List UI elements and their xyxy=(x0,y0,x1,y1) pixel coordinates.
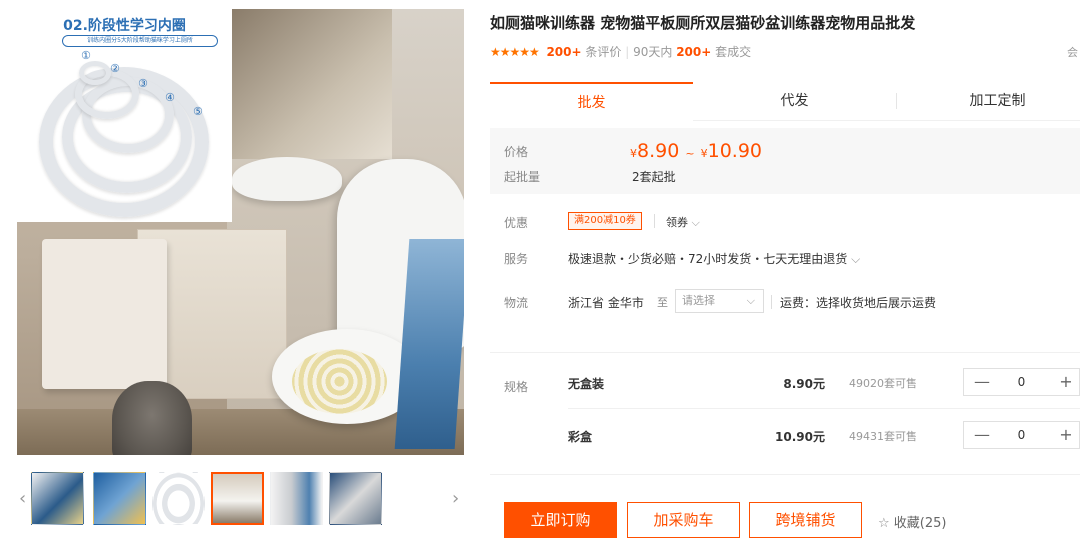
sold-label: 套成交 xyxy=(715,45,752,59)
favorite-button[interactable]: ☆ 收藏(25) xyxy=(878,512,946,531)
ring-number-1: ① xyxy=(81,49,91,62)
scene-mirror xyxy=(232,9,392,159)
spec-price: 10.90元 xyxy=(775,430,825,444)
right-edge-text: 会 xyxy=(1067,46,1078,59)
service-items: 极速退款・少货必赔・72小时发货・七天无理由退货 xyxy=(568,252,848,266)
logistics-divider xyxy=(771,295,772,309)
service-label: 服务 xyxy=(504,252,529,266)
chevron-down-icon: ⌵ xyxy=(746,294,755,307)
quantity-input[interactable]: 0 xyxy=(1004,422,1039,448)
thumbnail-strip: ‹ › xyxy=(17,470,464,528)
logistics-label: 物流 xyxy=(504,296,529,310)
moq-value: 2套起批 xyxy=(632,170,676,184)
spec-divider xyxy=(568,408,1080,409)
favorite-label: 收藏(25) xyxy=(893,516,947,531)
thumbnail-3[interactable] xyxy=(152,472,205,525)
decrement-button[interactable]: — xyxy=(968,422,996,448)
star-outline-icon: ☆ xyxy=(878,516,890,531)
divider xyxy=(490,474,1080,475)
price-range: ¥8.90 ~ ¥10.90 xyxy=(630,140,762,162)
coupon-badge[interactable]: 满200减10券 xyxy=(568,212,642,230)
service-text[interactable]: 极速退款・少货必赔・72小时发货・七天无理由退货 ⌵ xyxy=(568,250,860,267)
ring-number-2: ② xyxy=(110,62,120,75)
destination-placeholder: 请选择 xyxy=(682,294,715,307)
tab-wholesale[interactable]: 批发 xyxy=(490,82,693,121)
scene-towel xyxy=(42,239,167,389)
tab-custom[interactable]: 加工定制 xyxy=(896,82,1080,121)
training-ring-inset: 02.阶段性学习内圈 训练内圈分5大阶段帮助猫咪学习上厕所 ① ② ③ ④ ⑤ xyxy=(17,9,232,222)
main-product-image: 02.阶段性学习内圈 训练内圈分5大阶段帮助猫咪学习上厕所 ① ② ③ ④ ⑤ xyxy=(17,9,464,455)
chevron-down-icon: ⌵ xyxy=(688,216,700,229)
promo-label: 优惠 xyxy=(504,216,529,230)
ring-1 xyxy=(79,61,111,85)
price-panel: 价格 ¥8.90 ~ ¥10.90 起批量 2套起批 xyxy=(490,128,1080,194)
spec-stock: 49431套可售 xyxy=(849,430,917,443)
destination-select[interactable]: 请选择 ⌵ xyxy=(675,289,764,313)
promo-divider xyxy=(654,214,655,228)
spec-price: 8.90元 xyxy=(783,377,825,391)
add-to-cart-button[interactable]: 加采购车 xyxy=(627,502,740,538)
increment-button[interactable]: + xyxy=(1052,369,1080,395)
increment-button[interactable]: + xyxy=(1052,422,1080,448)
sold-count: 200+ xyxy=(676,45,712,59)
ring-number-4: ④ xyxy=(165,91,175,104)
order-now-button[interactable]: 立即订购 xyxy=(504,502,617,538)
price-high: 10.90 xyxy=(707,140,763,162)
purchase-tabs: 批发 代发 加工定制 xyxy=(490,82,1080,121)
ship-to-label: 至 xyxy=(657,296,668,309)
thumb-prev-icon[interactable]: ‹ xyxy=(19,488,26,509)
ring-number-3: ③ xyxy=(138,77,148,90)
ring-number-5: ⑤ xyxy=(193,105,203,118)
currency-high: ¥ xyxy=(700,147,708,160)
ship-origin: 浙江省 金华市 xyxy=(568,296,644,310)
cat-photo xyxy=(112,381,192,455)
litter-tray xyxy=(292,349,387,414)
chevron-down-icon: ⌵ xyxy=(847,252,861,266)
currency-low: ¥ xyxy=(630,147,637,160)
thumbnail-2[interactable] xyxy=(93,472,146,525)
shipping-fee: 运费：选择收货地后展示运费 xyxy=(780,296,937,310)
get-coupon-label: 领券 xyxy=(666,216,688,229)
review-count[interactable]: 200+ xyxy=(546,45,581,59)
thumbnail-4[interactable] xyxy=(211,472,264,525)
spec-stock: 49020套可售 xyxy=(849,377,917,390)
quantity-stepper: — 0 + xyxy=(963,421,1080,449)
spec-label: 规格 xyxy=(504,380,529,394)
quantity-stepper: — 0 + xyxy=(963,368,1080,396)
tab-dropship[interactable]: 代发 xyxy=(693,82,896,121)
price-low: 8.90 xyxy=(637,140,680,162)
price-sep: ~ xyxy=(685,147,695,160)
inset-subtitle: 训练内圈分5大阶段帮助猫咪学习上厕所 xyxy=(62,35,218,47)
quantity-input[interactable]: 0 xyxy=(1004,369,1039,395)
review-label[interactable]: 条评价 xyxy=(585,45,621,59)
rating-line: ★★★★★ 200+ 条评价 | 90天内 200+ 套成交 xyxy=(490,45,752,59)
scene-sink xyxy=(232,157,342,201)
sold-period: 90天内 xyxy=(633,45,673,59)
decrement-button[interactable]: — xyxy=(968,369,996,395)
get-coupon-link[interactable]: 领券 ⌵ xyxy=(666,214,700,230)
thumbnail-5[interactable] xyxy=(270,472,323,525)
thumbnail-6[interactable] xyxy=(329,472,382,525)
rating-stars-icon: ★★★★★ xyxy=(490,45,540,59)
moq-label: 起批量 xyxy=(504,170,541,184)
spec-name: 无盒装 xyxy=(568,377,605,391)
spec-name: 彩盒 xyxy=(568,430,593,444)
price-label: 价格 xyxy=(504,145,529,159)
thumbnail-1[interactable] xyxy=(31,472,84,525)
inset-title: 02.阶段性学习内圈 xyxy=(63,18,186,34)
cross-border-button[interactable]: 跨境铺货 xyxy=(749,502,862,538)
thumb-next-icon[interactable]: › xyxy=(452,488,459,509)
product-title: 如厕猫咪训练器 宠物猫平板厕所双层猫砂盆训练器宠物用品批发 xyxy=(490,14,916,32)
divider xyxy=(490,352,1080,353)
